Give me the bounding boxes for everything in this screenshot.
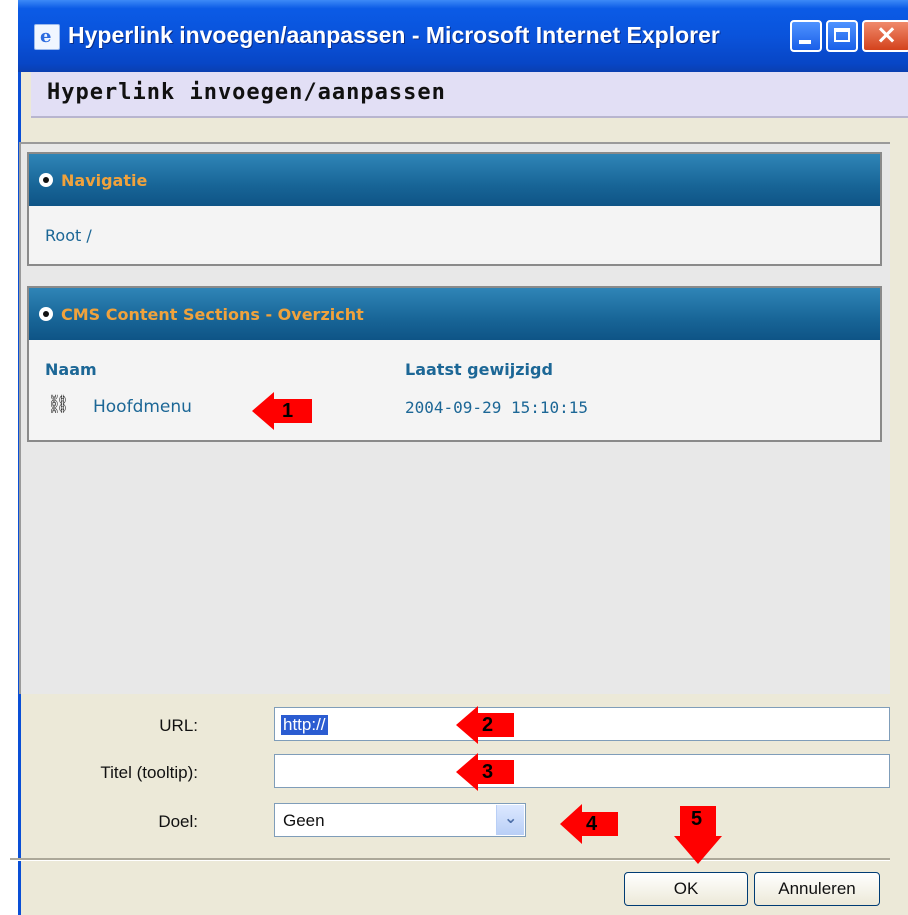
ie-page-icon: e — [34, 24, 60, 50]
chevron-down-icon: ⌄ — [504, 808, 518, 827]
link-icon: ⛓ — [47, 394, 70, 415]
url-input[interactable]: http:// — [274, 707, 890, 741]
title-input[interactable] — [274, 754, 890, 788]
navigation-panel-title: Navigatie — [61, 171, 148, 190]
ok-button[interactable]: OK — [624, 872, 748, 906]
column-header-modified: Laatst gewijzigd — [405, 360, 553, 379]
close-icon: × — [875, 20, 898, 50]
cms-sections-panel: CMS Content Sections - Overzicht Naam La… — [27, 286, 882, 442]
cancel-button[interactable]: Annuleren — [754, 872, 880, 906]
navigation-panel: Navigatie Root / — [27, 152, 882, 266]
annotation-number-4: 4 — [586, 813, 598, 835]
annotation-number-3: 3 — [482, 761, 494, 783]
column-header-name: Naam — [45, 360, 97, 379]
url-value: http:// — [281, 715, 328, 735]
annotation-number-5: 5 — [691, 808, 703, 830]
title-bar[interactable]: e Hyperlink invoegen/aanpassen - Microso… — [18, 0, 908, 72]
minimize-button[interactable] — [790, 20, 822, 52]
bullet-icon — [39, 307, 53, 321]
bullet-icon — [39, 173, 53, 187]
cms-panel-header: CMS Content Sections - Overzicht — [29, 288, 880, 340]
footer-separator — [10, 858, 890, 861]
dropdown-button[interactable]: ⌄ — [496, 805, 524, 835]
target-label: Doel: — [158, 812, 198, 831]
section-link-hoofdmenu[interactable]: Hoofdmenu — [93, 397, 192, 417]
url-label: URL: — [159, 716, 198, 735]
dialog-header: Hyperlink invoegen/aanpassen — [31, 72, 908, 118]
breadcrumb-root[interactable]: Root / — [45, 226, 92, 245]
target-select[interactable]: Geen ⌄ — [274, 803, 526, 837]
navigation-panel-header: Navigatie — [29, 154, 880, 206]
dialog-title: Hyperlink invoegen/aanpassen — [47, 80, 446, 105]
target-value: Geen — [283, 811, 325, 830]
annotation-number-2: 2 — [482, 714, 494, 736]
maximize-button[interactable] — [826, 20, 858, 52]
title-label: Titel (tooltip): — [100, 763, 198, 782]
annotation-number-1: 1 — [282, 400, 294, 422]
cms-panel-title: CMS Content Sections - Overzicht — [61, 305, 364, 324]
window-title: Hyperlink invoegen/aanpassen - Microsoft… — [68, 22, 720, 48]
close-button[interactable]: × — [862, 20, 908, 52]
section-modified-date: 2004-09-29 15:10:15 — [405, 398, 589, 417]
